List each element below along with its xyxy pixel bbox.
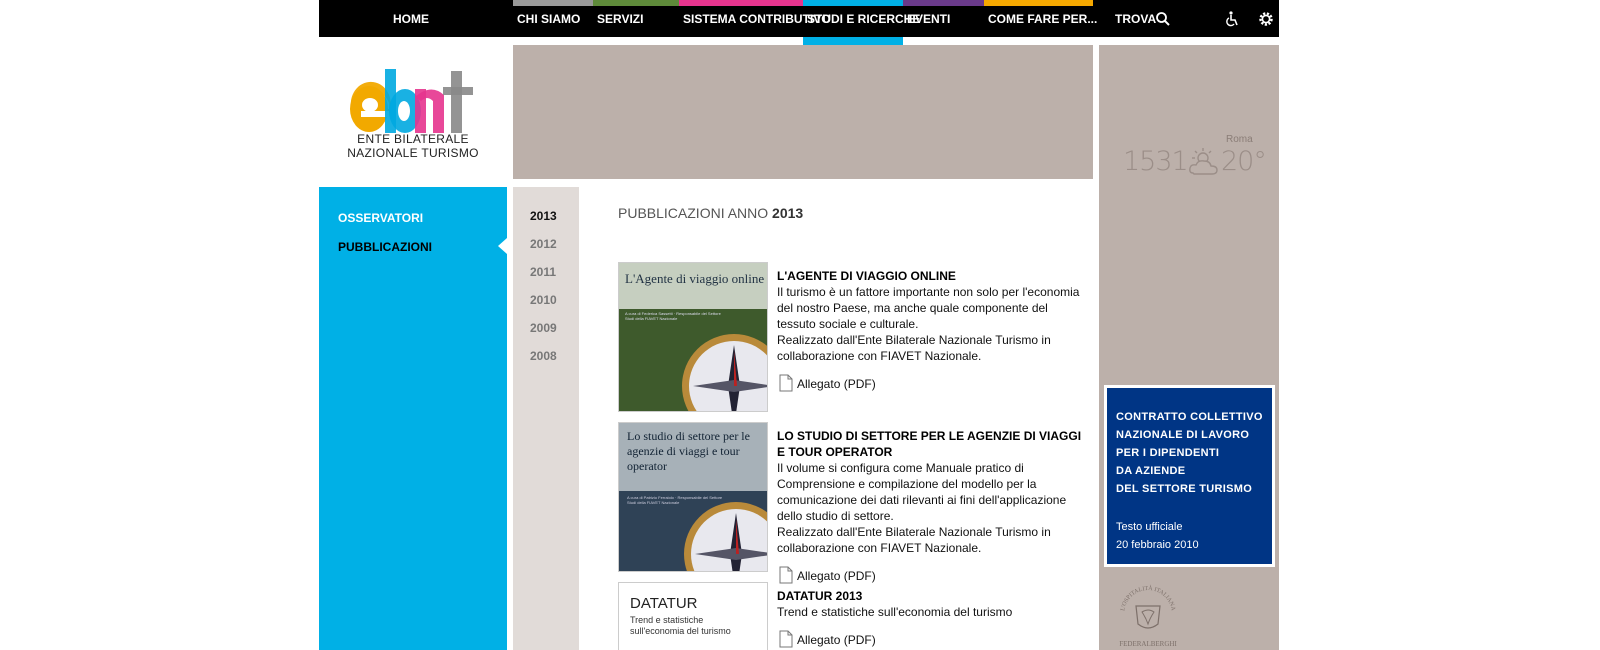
partly-cloudy-icon bbox=[1189, 148, 1218, 175]
publication-cover[interactable]: L'Agente di viaggio online A cura di Fed… bbox=[618, 262, 768, 412]
seal-top-text: L'OSPITALITÀ ITALIANA bbox=[1120, 584, 1176, 612]
federalberghi-seal[interactable]: L'OSPITALITÀ ITALIANA FEDERALBERGHI bbox=[1116, 580, 1180, 650]
publication-title[interactable]: DATATUR 2013 bbox=[777, 588, 1082, 604]
year-2010[interactable]: 2010 bbox=[530, 293, 557, 307]
year-2009[interactable]: 2009 bbox=[530, 321, 557, 335]
nav-home-label: HOME bbox=[393, 12, 429, 26]
top-navigation: HOME CHI SIAMO SERVIZI SISTEMA CONTRIBUT… bbox=[319, 0, 1279, 45]
publication-text: L'AGENTE DI VIAGGIO ONLINE Il turismo è … bbox=[777, 268, 1082, 394]
ebnt-logo-mark bbox=[350, 69, 473, 133]
compass-image bbox=[684, 502, 767, 571]
publication-item: L'Agente di viaggio online A cura di Fed… bbox=[618, 262, 1088, 414]
nav-active-indicator bbox=[803, 37, 903, 45]
contract-date: 20 febbraio 2010 bbox=[1116, 539, 1199, 551]
weather-temp: 20° bbox=[1221, 146, 1267, 177]
accessibility-icon[interactable] bbox=[1223, 10, 1241, 28]
publication-description: Trend e statistiche sull'economia del tu… bbox=[777, 605, 1013, 619]
contract-title-line: DA AZIENDE bbox=[1116, 465, 1186, 477]
nav-eventi-label: EVENTI bbox=[907, 12, 951, 26]
contract-sub-line: Testo ufficiale bbox=[1116, 521, 1183, 533]
sidebar-item-pubblicazioni[interactable]: PUBBLICAZIONI bbox=[338, 240, 432, 254]
cover-subtitle: A cura di Federica Sassetti · Responsabi… bbox=[625, 311, 721, 321]
nav-chi-siamo-label: CHI SIAMO bbox=[517, 12, 581, 26]
contract-title-line: PER I DIPENDENTI bbox=[1116, 447, 1220, 459]
nav-sistema-contributivo[interactable]: SISTEMA CONTRIBUTIVO bbox=[679, 0, 831, 37]
attachment-link[interactable]: Allegato (PDF) bbox=[777, 374, 1082, 394]
page-title-year: 2013 bbox=[772, 205, 804, 221]
publication-text: DATATUR 2013 Trend e statistiche sull'ec… bbox=[777, 588, 1082, 650]
page-title-prefix: PUBBLICAZIONI ANNO bbox=[618, 205, 769, 221]
logo-line-1: ENTE BILATERALE bbox=[357, 132, 469, 146]
publication-credits: Realizzato dall'Ente Bilaterale Nazional… bbox=[777, 525, 1051, 555]
nav-chi-siamo[interactable]: CHI SIAMO bbox=[513, 0, 593, 37]
contract-subtitle: Testo ufficiale 20 febbraio 2010 bbox=[1116, 518, 1199, 554]
nav-studi-e-ricerche[interactable]: STUDI E RICERCHE bbox=[803, 0, 920, 45]
publication-title[interactable]: LO STUDIO DI SETTORE PER LE AGENZIE DI V… bbox=[777, 428, 1082, 460]
cover-title: L'Agente di viaggio online bbox=[625, 271, 765, 286]
publication-item: DATATUR Trend e statistiche sull'economi… bbox=[618, 582, 1088, 650]
publication-description: Il turismo è un fattore importante non s… bbox=[777, 285, 1080, 331]
nav-come-fare-per[interactable]: COME FARE PER... bbox=[984, 0, 1097, 37]
nav-home[interactable]: HOME bbox=[389, 0, 489, 37]
publication-title[interactable]: L'AGENTE DI VIAGGIO ONLINE bbox=[777, 268, 1082, 284]
page-title: PUBBLICAZIONI ANNO 2013 bbox=[618, 205, 803, 221]
attachment-label: Allegato (PDF) bbox=[797, 377, 876, 391]
logo-line-2: NAZIONALE TURISMO bbox=[347, 146, 479, 160]
cover-title: DATATUR bbox=[630, 595, 698, 612]
year-2012[interactable]: 2012 bbox=[530, 237, 557, 251]
sidebar-active-pointer bbox=[498, 238, 507, 254]
weather-time: 1531 bbox=[1123, 146, 1189, 177]
ccnl-contract-box[interactable]: CONTRATTO COLLETTIVO NAZIONALE DI LAVORO… bbox=[1104, 385, 1275, 567]
contract-title-line: CONTRATTO COLLETTIVO bbox=[1116, 411, 1263, 423]
attachment-label: Allegato (PDF) bbox=[797, 633, 876, 647]
publication-cover[interactable]: Lo studio di settore per le agenzie di v… bbox=[618, 422, 768, 572]
contract-title-line: NAZIONALE DI LAVORO bbox=[1116, 429, 1250, 441]
year-2008[interactable]: 2008 bbox=[530, 349, 557, 363]
nav-come-fare-per-label: COME FARE PER... bbox=[988, 12, 1098, 26]
year-2013[interactable]: 2013 bbox=[530, 209, 557, 223]
nav-eventi[interactable]: EVENTI bbox=[903, 0, 984, 37]
contract-title: CONTRATTO COLLETTIVO NAZIONALE DI LAVORO… bbox=[1116, 408, 1272, 498]
nav-servizi[interactable]: SERVIZI bbox=[593, 0, 679, 37]
year-2011[interactable]: 2011 bbox=[530, 265, 556, 279]
document-icon bbox=[779, 374, 793, 392]
sidebar-item-osservatori[interactable]: OSSERVATORI bbox=[338, 211, 423, 225]
publication-description: Il volume si configura come Manuale prat… bbox=[777, 461, 1067, 523]
left-sidebar: OSSERVATORI PUBBLICAZIONI bbox=[319, 187, 507, 650]
publication-cover[interactable]: DATATUR Trend e statistiche sull'economi… bbox=[618, 582, 768, 650]
seal-bottom-text: FEDERALBERGHI bbox=[1119, 640, 1177, 648]
publication-credits: Realizzato dall'Ente Bilaterale Nazional… bbox=[777, 333, 1051, 363]
settings-icon[interactable] bbox=[1257, 10, 1275, 28]
publication-item: Lo studio di settore per le agenzie di v… bbox=[618, 422, 1088, 584]
nav-trova-label: TROVA bbox=[1115, 12, 1157, 26]
year-selector: 2013 2012 2011 2010 2009 2008 bbox=[513, 187, 588, 650]
header-banner bbox=[513, 45, 1093, 179]
cover-title: Lo studio di settore per le agenzie di v… bbox=[627, 429, 750, 473]
nav-trova[interactable]: TROVA bbox=[1111, 0, 1156, 37]
publication-text: LO STUDIO DI SETTORE PER LE AGENZIE DI V… bbox=[777, 428, 1082, 586]
weather-widget: 1531 20° bbox=[1123, 146, 1267, 178]
document-icon bbox=[779, 630, 793, 648]
site-logo[interactable]: ENTE BILATERALE NAZIONALE TURISMO bbox=[319, 45, 507, 186]
attachment-link[interactable]: Allegato (PDF) bbox=[777, 630, 1082, 650]
nav-servizi-label: SERVIZI bbox=[597, 12, 644, 26]
weather-city: Roma bbox=[1226, 134, 1253, 145]
compass-image bbox=[682, 334, 767, 411]
contract-title-line: DEL SETTORE TURISMO bbox=[1116, 483, 1253, 495]
search-icon[interactable] bbox=[1154, 10, 1172, 28]
cover-subtitle: Trend e statistiche sull'economia del tu… bbox=[630, 615, 731, 636]
main-content: PUBBLICAZIONI ANNO 2013 L'Agente di viag… bbox=[579, 187, 1093, 650]
